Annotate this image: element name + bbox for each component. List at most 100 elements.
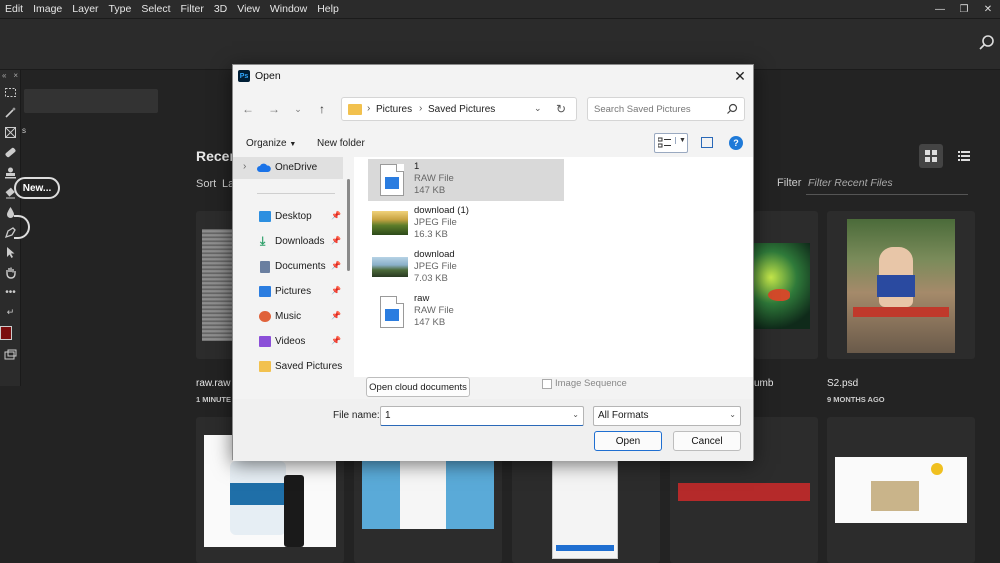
- frame-tool[interactable]: [0, 122, 21, 142]
- open-button[interactable]: [14, 215, 30, 239]
- pin-icon: 📌: [331, 211, 341, 220]
- nav-item-videos[interactable]: Videos 📌: [233, 331, 343, 353]
- new-folder-button[interactable]: New folder: [317, 138, 365, 149]
- nav-label: Music: [275, 311, 302, 322]
- recent-locations-button[interactable]: ⌄: [289, 101, 307, 117]
- organize-menu[interactable]: Organize ▼: [246, 138, 296, 149]
- file-name-value: 1: [385, 410, 391, 421]
- chevron-down-icon: ⌄: [729, 410, 736, 419]
- menu-window[interactable]: Window: [265, 3, 312, 15]
- navigation-pane: › OneDrive Desktop 📌 ⤓ Downloads 📌 Docum…: [233, 157, 347, 377]
- open-dialog: Ps Open ✕ ← → ⌄ ↑ › Pictures › Saved Pic…: [232, 64, 754, 461]
- close-panel-icon[interactable]: ×: [13, 70, 18, 82]
- dialog-footer: File name: 1 ⌄ All Formats ⌄ Open Cancel: [233, 399, 753, 461]
- file-item[interactable]: raw RAW File 147 KB: [368, 291, 564, 333]
- marquee-icon: [5, 87, 16, 97]
- dialog-title-bar: Ps Open ✕: [233, 65, 753, 87]
- nav-label: OneDrive: [275, 162, 318, 173]
- recent-file-name: umb: [754, 378, 774, 389]
- screen-mode-tool[interactable]: [0, 344, 21, 364]
- breadcrumb-pictures[interactable]: Pictures: [376, 104, 412, 115]
- arrow-up-icon: ↑: [319, 102, 325, 116]
- grid-view-button[interactable]: [919, 144, 943, 168]
- nav-item-downloads[interactable]: ⤓ Downloads 📌: [233, 231, 343, 253]
- hand-tool[interactable]: [0, 262, 21, 282]
- chevron-right-icon: ›: [243, 161, 247, 172]
- chevron-down-icon[interactable]: ⌄: [534, 103, 542, 114]
- close-window-icon[interactable]: ✕: [976, 0, 1000, 18]
- search-icon[interactable]: [978, 34, 996, 52]
- swap-colors[interactable]: ↵: [0, 302, 21, 322]
- open-file-button[interactable]: Open: [594, 431, 662, 451]
- image-sequence-option[interactable]: Image Sequence: [542, 378, 627, 389]
- new-file-button[interactable]: New...: [14, 177, 60, 199]
- menu-3d[interactable]: 3D: [209, 3, 232, 15]
- folder-icon: [259, 361, 271, 372]
- nav-scrollbar[interactable]: [347, 179, 350, 271]
- file-format-select[interactable]: All Formats ⌄: [593, 406, 741, 426]
- chevron-down-icon: ⌄: [294, 103, 302, 114]
- chevron-down-icon[interactable]: ⌄: [572, 410, 579, 419]
- cancel-button[interactable]: Cancel: [673, 431, 741, 451]
- magic-wand-tool[interactable]: [0, 102, 21, 122]
- preview-pane-icon[interactable]: [701, 137, 713, 148]
- move-tool[interactable]: [0, 242, 21, 262]
- menu-layer[interactable]: Layer: [67, 3, 103, 15]
- refresh-icon[interactable]: ↻: [556, 102, 566, 116]
- menu-view[interactable]: View: [232, 3, 265, 15]
- nav-item-pictures[interactable]: Pictures 📌: [233, 281, 343, 303]
- address-bar[interactable]: › Pictures › Saved Pictures ⌄ ↻: [341, 97, 577, 121]
- bird-shape: [768, 289, 790, 301]
- forward-button[interactable]: →: [265, 101, 283, 117]
- nav-item-onedrive[interactable]: › OneDrive: [233, 157, 343, 179]
- menu-edit[interactable]: Edit: [0, 3, 28, 15]
- healing-tool[interactable]: [0, 142, 21, 162]
- back-button[interactable]: ←: [239, 101, 257, 117]
- more-tools[interactable]: •••: [0, 282, 21, 302]
- help-icon[interactable]: ?: [729, 136, 743, 150]
- menu-help[interactable]: Help: [312, 3, 344, 15]
- minimize-icon[interactable]: —: [928, 0, 952, 18]
- desktop-icon: [259, 211, 271, 222]
- file-item[interactable]: download (1) JPEG File 16.3 KB: [368, 203, 564, 245]
- restore-icon[interactable]: ❐: [952, 0, 976, 18]
- change-view-button[interactable]: ▼: [654, 133, 688, 153]
- dialog-close-button[interactable]: ✕: [731, 67, 749, 85]
- command-bar: Organize ▼ New folder ▼ ?: [233, 129, 753, 157]
- filter-recent-files-input[interactable]: Filter Recent Files: [806, 173, 968, 195]
- menu-select[interactable]: Select: [136, 3, 175, 15]
- folder-icon: [348, 104, 362, 115]
- file-size: 147 KB: [414, 185, 446, 196]
- landscape-thumbnail: [372, 211, 408, 235]
- caret-down-icon[interactable]: ▼: [675, 137, 686, 144]
- foreground-color-swatch[interactable]: [0, 326, 12, 340]
- search-input[interactable]: Search Saved Pictures: [587, 97, 745, 121]
- nav-item-documents[interactable]: Documents 📌: [233, 256, 343, 278]
- file-item[interactable]: 1 RAW File 147 KB: [368, 159, 564, 201]
- caret-down-icon: ▼: [289, 141, 297, 148]
- menu-filter[interactable]: Filter: [176, 3, 209, 15]
- breadcrumb-saved-pictures[interactable]: Saved Pictures: [428, 104, 495, 115]
- collapse-icon[interactable]: «: [2, 70, 6, 82]
- up-button[interactable]: ↑: [313, 101, 331, 117]
- nav-item-music[interactable]: Music 📌: [233, 306, 343, 328]
- panel-collapse[interactable]: «×: [0, 70, 20, 82]
- marquee-tool[interactable]: [0, 82, 21, 102]
- recent-file-card[interactable]: [827, 417, 975, 563]
- home-side-label: s: [22, 126, 26, 135]
- list-view-button[interactable]: [952, 144, 976, 168]
- open-cloud-documents-button[interactable]: Open cloud documents: [366, 377, 470, 397]
- file-name-input[interactable]: 1 ⌄: [380, 406, 584, 426]
- file-item[interactable]: download JPEG File 7.03 KB: [368, 247, 564, 289]
- options-bar: [0, 18, 1000, 70]
- nav-item-saved-pictures[interactable]: Saved Pictures: [233, 356, 343, 378]
- menu-type[interactable]: Type: [104, 3, 137, 15]
- file-type: RAW File: [414, 305, 454, 316]
- menu-image[interactable]: Image: [28, 3, 67, 15]
- home-search-input[interactable]: [24, 89, 158, 113]
- hand-icon: [6, 267, 16, 279]
- recent-file-card[interactable]: [827, 211, 975, 359]
- recent-file-card[interactable]: [754, 211, 818, 359]
- image-sequence-checkbox[interactable]: [542, 378, 552, 389]
- nav-item-desktop[interactable]: Desktop 📌: [233, 206, 343, 228]
